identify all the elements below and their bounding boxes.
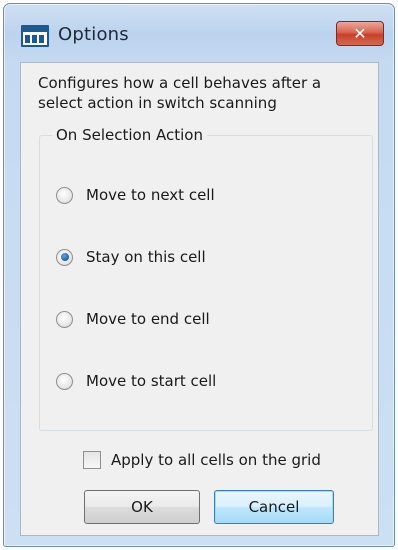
radio-label: Move to start cell [86, 372, 217, 390]
dialog-content: Configures how a cell behaves after a se… [20, 62, 379, 536]
description-text: Configures how a cell behaves after a se… [38, 74, 322, 112]
apply-all-cells-checkbox-row[interactable]: Apply to all cells on the grid [83, 451, 321, 469]
radio-move-to-end-cell[interactable]: Move to end cell [56, 307, 210, 331]
close-button[interactable]: ✕ [336, 21, 384, 46]
radio-move-to-start-cell[interactable]: Move to start cell [56, 369, 216, 393]
radio-label: Move to end cell [86, 310, 210, 328]
window-title: Options [58, 24, 129, 45]
options-dialog: Options ✕ Configures how a cell behaves … [3, 3, 395, 547]
apply-all-checkbox[interactable] [83, 451, 101, 469]
ok-button[interactable]: OK [84, 490, 200, 524]
radio-button[interactable] [56, 186, 73, 204]
cancel-button[interactable]: Cancel [214, 490, 334, 524]
selection-action-group: On Selection Action Move to next cell St… [39, 126, 373, 431]
radio-button[interactable] [56, 310, 73, 328]
radio-label: Move to next cell [86, 186, 215, 204]
radio-button[interactable] [56, 372, 73, 390]
close-icon: ✕ [353, 24, 367, 43]
group-legend: On Selection Action [52, 126, 207, 144]
radio-button-selected[interactable] [56, 248, 73, 266]
radio-stay-on-this-cell[interactable]: Stay on this cell [56, 245, 206, 269]
title-bar[interactable]: Options ✕ [4, 4, 394, 60]
grid-app-icon [21, 25, 49, 47]
radio-move-to-next-cell[interactable]: Move to next cell [56, 183, 215, 207]
apply-all-label: Apply to all cells on the grid [111, 451, 321, 469]
radio-label: Stay on this cell [86, 248, 206, 266]
